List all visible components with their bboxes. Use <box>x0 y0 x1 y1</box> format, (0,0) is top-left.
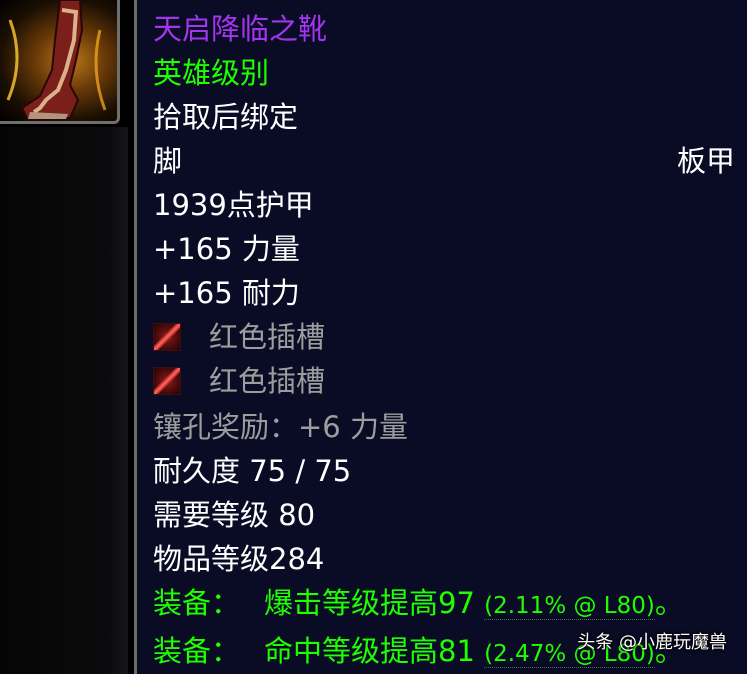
item-tooltip: 天启降临之靴 英雄级别 拾取后绑定 脚 板甲 1939点护甲 +165 力量 +… <box>134 0 747 674</box>
item-name: 天启降临之靴 <box>153 12 328 46</box>
red-socket-icon <box>153 323 181 351</box>
armor-type: 板甲 <box>676 144 735 178</box>
red-socket-icon <box>153 367 181 395</box>
equip-text: 爆击等级提高97 <box>264 586 475 620</box>
equip-prefix: 装备： <box>153 634 241 668</box>
socket-label: 红色插槽 <box>209 320 326 354</box>
socket-row: 红色插槽 <box>153 320 325 354</box>
socket-row: 红色插槽 <box>153 364 325 398</box>
item-level: 物品等级284 <box>153 542 325 576</box>
item-icon[interactable] <box>0 0 120 124</box>
game-screen: 天启降临之靴 英雄级别 拾取后绑定 脚 板甲 1939点护甲 +165 力量 +… <box>0 0 747 674</box>
bind-type: 拾取后绑定 <box>153 100 299 134</box>
equip-suffix: 。 <box>654 586 684 620</box>
stat-stamina: +165 耐力 <box>153 276 300 310</box>
socket-bonus: 镶孔奖励：+6 力量 <box>153 410 408 444</box>
equip-detail: (2.11% @ L80) <box>484 593 655 620</box>
item-quality: 英雄级别 <box>153 56 270 90</box>
required-level: 需要等级 80 <box>153 498 316 532</box>
stat-strength: +165 力量 <box>153 232 300 266</box>
armor-value: 1939点护甲 <box>153 188 314 222</box>
watermark: 头条 @小鹿玩魔兽 <box>577 632 727 653</box>
socket-label: 红色插槽 <box>209 364 326 398</box>
equip-prefix: 装备： <box>153 586 241 620</box>
durability: 耐久度 75 / 75 <box>153 454 352 488</box>
item-slot: 脚 <box>153 144 183 178</box>
left-panel <box>0 127 128 674</box>
boot-icon <box>6 0 107 121</box>
equip-text: 命中等级提高81 <box>264 634 475 668</box>
equip-effect: 装备： 爆击等级提高97 (2.11% @ L80)。 <box>153 586 684 623</box>
